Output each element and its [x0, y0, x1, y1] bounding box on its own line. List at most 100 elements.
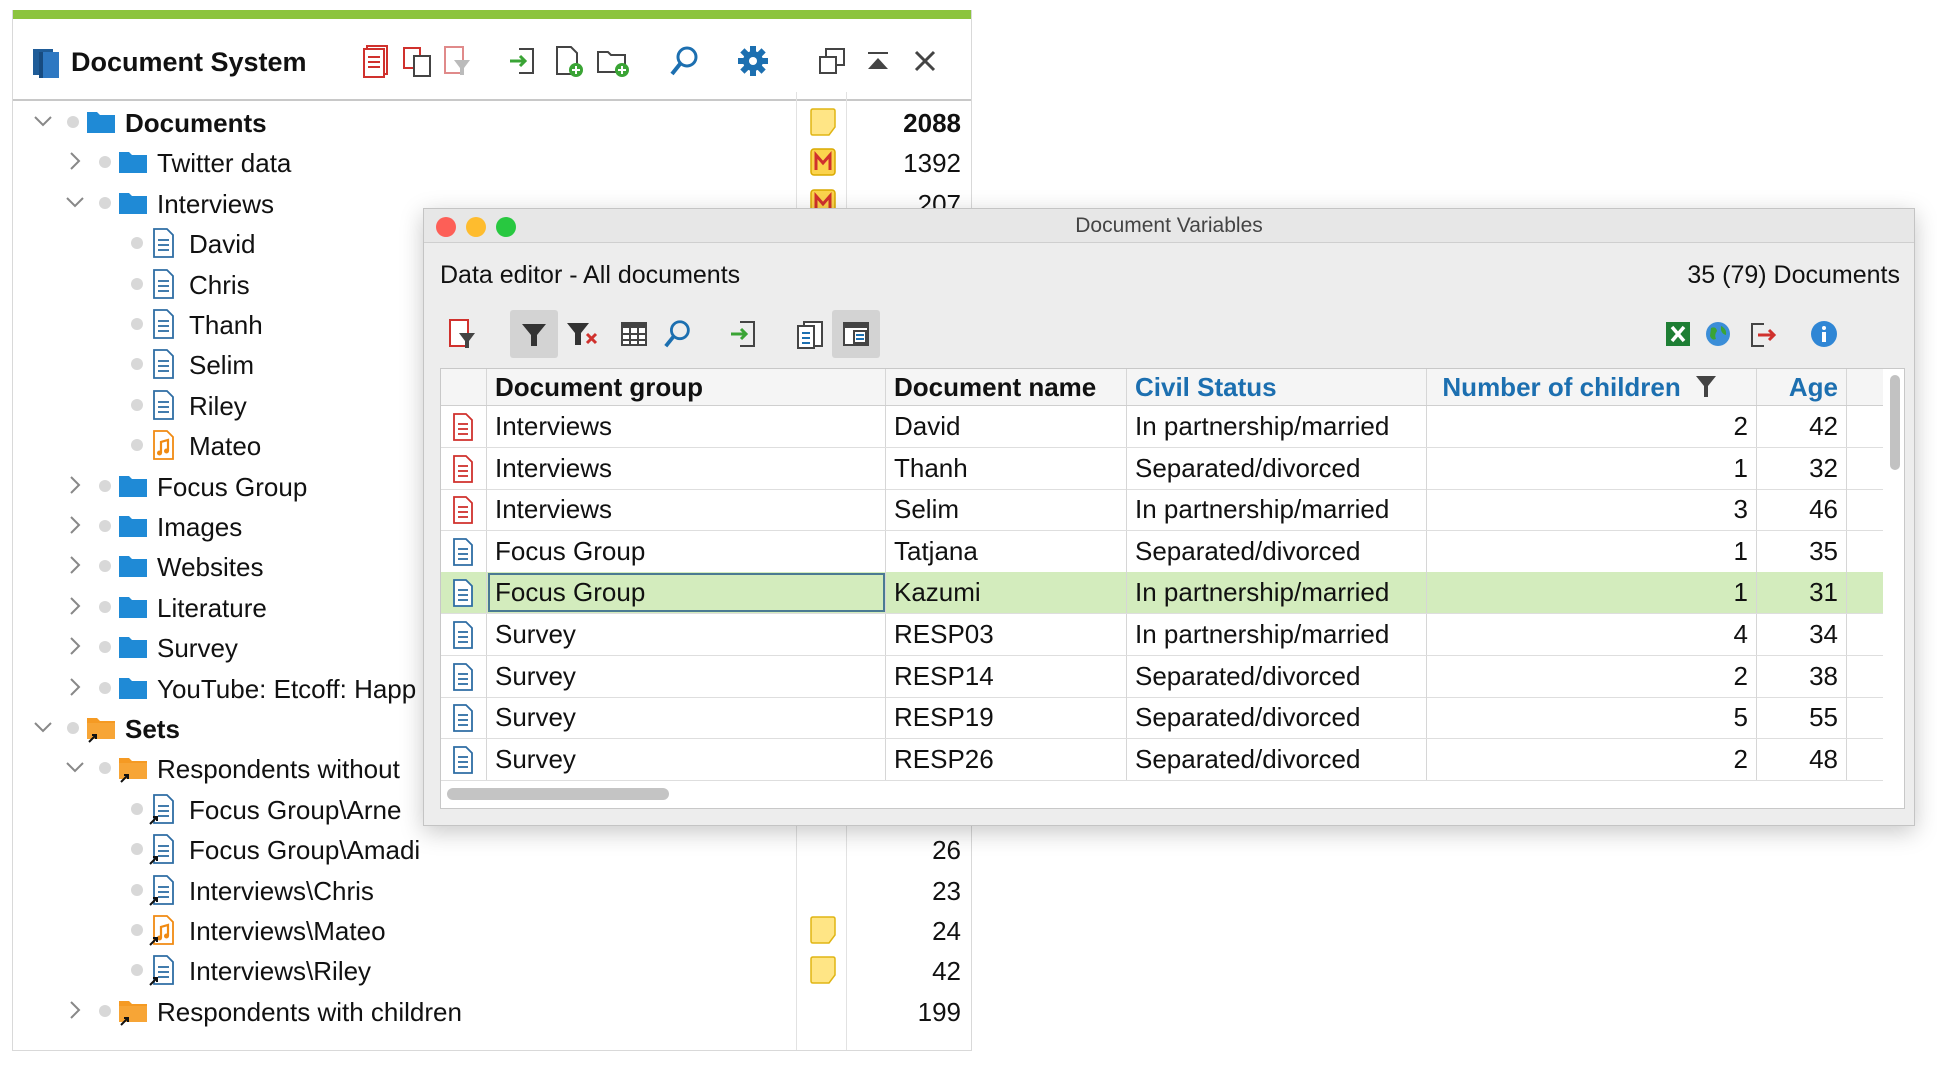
add-document-icon[interactable]: [548, 41, 588, 81]
chevron-down-icon[interactable]: [31, 109, 55, 133]
civil-status-cell[interactable]: Separated/divorced: [1127, 697, 1427, 739]
horizontal-scrollbar[interactable]: [447, 788, 669, 800]
table-row[interactable]: Focus Group Tatjana Separated/divorced 1 35: [441, 530, 1883, 573]
table-row[interactable]: Survey RESP03 In partnership/married 4 34: [441, 614, 1883, 656]
column-header[interactable]: Number of children: [1427, 369, 1757, 405]
filter-docs-icon[interactable]: [438, 310, 486, 358]
document-group-cell[interactable]: Survey: [487, 614, 886, 655]
column-filter-icon[interactable]: [1694, 373, 1718, 399]
tree-item[interactable]: Interviews\Riley 42: [13, 950, 971, 990]
children-count-cell[interactable]: 2: [1427, 655, 1757, 697]
civil-status-cell[interactable]: Separated/divorced: [1127, 655, 1427, 697]
document-group-cell[interactable]: Focus Group: [487, 572, 886, 614]
close-icon[interactable]: [905, 41, 945, 81]
memo-icon[interactable]: [809, 915, 837, 950]
document-group-cell[interactable]: Survey: [487, 655, 886, 697]
table-row[interactable]: Survey RESP14 Separated/divorced 2 38: [441, 655, 1883, 698]
import-icon[interactable]: [720, 310, 768, 358]
age-cell[interactable]: 32: [1757, 447, 1847, 489]
age-cell[interactable]: 34: [1757, 614, 1847, 655]
age-cell[interactable]: 55: [1757, 697, 1847, 739]
clear-filter-icon[interactable]: [558, 310, 606, 358]
table-row[interactable]: Interviews Selim In partnership/married 3 46: [441, 489, 1883, 532]
data-editor-icon[interactable]: [832, 310, 880, 358]
filter-documents-icon[interactable]: [437, 41, 477, 81]
civil-status-cell[interactable]: Separated/divorced: [1127, 530, 1427, 572]
memo-icon[interactable]: [809, 955, 837, 990]
civil-status-cell[interactable]: Separated/divorced: [1127, 738, 1427, 780]
tree-item[interactable]: Twitter data 1392: [13, 142, 971, 182]
web-icon[interactable]: [1694, 310, 1742, 358]
age-cell[interactable]: 35: [1757, 530, 1847, 572]
age-cell[interactable]: 38: [1757, 655, 1847, 697]
tree-item[interactable]: Documents 2088: [13, 102, 971, 142]
document-group-cell[interactable]: Survey: [487, 697, 886, 739]
document-group-cell[interactable]: Survey: [487, 738, 886, 780]
import-icon[interactable]: [503, 41, 543, 81]
civil-status-cell[interactable]: Separated/divorced: [1127, 447, 1427, 489]
children-count-cell[interactable]: 2: [1427, 406, 1757, 447]
age-cell[interactable]: 31: [1757, 572, 1847, 614]
chevron-right-icon[interactable]: [63, 634, 87, 658]
window-titlebar[interactable]: Document Variables: [424, 209, 1914, 243]
tree-item[interactable]: Interviews\Mateo 24: [13, 910, 971, 950]
document-name-cell[interactable]: Kazumi: [886, 572, 1127, 614]
column-header[interactable]: Document name: [886, 369, 1127, 405]
document-name-cell[interactable]: RESP03: [886, 614, 1127, 655]
chevron-right-icon[interactable]: [63, 473, 87, 497]
table-row[interactable]: Survey RESP26 Separated/divorced 2 48: [441, 738, 1883, 781]
civil-status-cell[interactable]: In partnership/married: [1127, 572, 1427, 614]
search-icon[interactable]: [665, 41, 705, 81]
document-name-cell[interactable]: Thanh: [886, 447, 1127, 489]
table-row[interactable]: Survey RESP19 Separated/divorced 5 55: [441, 697, 1883, 740]
document-group-cell[interactable]: Interviews: [487, 447, 886, 489]
column-header[interactable]: Document group: [487, 369, 886, 405]
age-cell[interactable]: 46: [1757, 489, 1847, 531]
document-name-cell[interactable]: David: [886, 406, 1127, 447]
memo-icon[interactable]: [809, 147, 837, 182]
age-cell[interactable]: 42: [1757, 406, 1847, 447]
document-name-cell[interactable]: RESP19: [886, 697, 1127, 739]
age-cell[interactable]: 48: [1757, 738, 1847, 780]
column-header[interactable]: Age: [1757, 369, 1847, 405]
tree-item[interactable]: Respondents with children 199: [13, 991, 971, 1031]
children-count-cell[interactable]: 2: [1427, 738, 1757, 780]
document-name-cell[interactable]: Selim: [886, 489, 1127, 531]
vertical-scrollbar[interactable]: [1890, 375, 1900, 470]
filter-icon[interactable]: [510, 310, 558, 358]
new-document-icon[interactable]: [357, 41, 397, 81]
chevron-right-icon[interactable]: [63, 594, 87, 618]
civil-status-cell[interactable]: In partnership/married: [1127, 489, 1427, 531]
undock-window-icon[interactable]: [812, 41, 852, 81]
children-count-cell[interactable]: 5: [1427, 697, 1757, 739]
document-name-cell[interactable]: RESP26: [886, 738, 1127, 780]
children-count-cell[interactable]: 1: [1427, 447, 1757, 489]
table-row[interactable]: Interviews Thanh Separated/divorced 1 32: [441, 447, 1883, 490]
copy-documents-icon[interactable]: [397, 41, 437, 81]
add-folder-icon[interactable]: [593, 41, 633, 81]
table-row[interactable]: Interviews David In partnership/married 2 42: [441, 406, 1883, 448]
document-name-cell[interactable]: Tatjana: [886, 530, 1127, 572]
column-header[interactable]: Civil Status: [1127, 369, 1427, 405]
settings-icon[interactable]: [733, 41, 773, 81]
export-icon[interactable]: [1738, 310, 1786, 358]
document-name-cell[interactable]: RESP14: [886, 655, 1127, 697]
chevron-down-icon[interactable]: [63, 755, 87, 779]
document-group-cell[interactable]: Interviews: [487, 406, 886, 447]
children-count-cell[interactable]: 1: [1427, 572, 1757, 614]
chevron-down-icon[interactable]: [63, 190, 87, 214]
document-group-cell[interactable]: Focus Group: [487, 530, 886, 572]
children-count-cell[interactable]: 4: [1427, 614, 1757, 655]
columns-icon[interactable]: [610, 310, 658, 358]
chevron-down-icon[interactable]: [31, 715, 55, 739]
children-count-cell[interactable]: 1: [1427, 530, 1757, 572]
search-icon[interactable]: [654, 310, 702, 358]
table-row[interactable]: Focus Group Kazumi In partnership/married 1…: [441, 572, 1883, 615]
tree-item[interactable]: Focus Group\Amadi 26: [13, 829, 971, 869]
chevron-right-icon[interactable]: [63, 675, 87, 699]
collapse-window-icon[interactable]: [858, 41, 898, 81]
children-count-cell[interactable]: 3: [1427, 489, 1757, 531]
list-variables-icon[interactable]: [786, 310, 834, 358]
document-group-cell[interactable]: Interviews: [487, 489, 886, 531]
civil-status-cell[interactable]: In partnership/married: [1127, 406, 1427, 447]
